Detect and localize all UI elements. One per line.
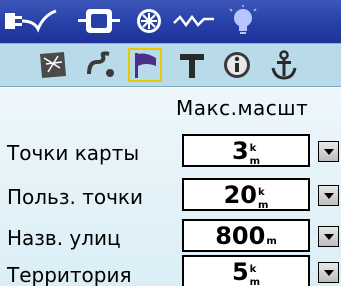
street-names-zoom-field[interactable]: 800m	[182, 219, 310, 252]
track-icon	[87, 51, 114, 77]
street-names-dropdown-button[interactable]	[318, 226, 339, 247]
chevron-down-icon	[324, 270, 334, 276]
unit-k: k	[257, 187, 265, 198]
chevron-down-icon	[324, 234, 334, 240]
tab-info[interactable]	[220, 48, 254, 82]
backlight-bulb-icon	[229, 5, 257, 34]
tab-text[interactable]	[175, 48, 209, 82]
waypoint-flag-icon	[135, 53, 156, 78]
map-detail-icon	[40, 52, 66, 78]
territory-zoom-field[interactable]: 5k m	[182, 255, 310, 286]
status-bar	[0, 0, 341, 43]
column-header-max-zoom: Макс.масшт	[176, 96, 309, 120]
user-points-zoom-value: 20	[223, 181, 257, 209]
map-points-zoom-value: 3	[231, 137, 249, 165]
row-label-territory: Территория	[7, 263, 132, 286]
unit-m: m	[249, 156, 261, 167]
map-points-zoom-field[interactable]: 3k m	[182, 134, 310, 167]
row-label-map-points: Точки карты	[7, 141, 140, 165]
connector-icon	[5, 9, 57, 33]
tab-bar	[0, 43, 341, 87]
user-points-zoom-field[interactable]: 20k m	[182, 178, 310, 211]
gps-device-icon	[78, 9, 120, 33]
tab-map-detail[interactable]	[36, 48, 70, 82]
row-label-street-names: Назв. улиц	[7, 226, 121, 250]
chevron-down-icon	[324, 149, 334, 155]
map-points-dropdown-button[interactable]	[318, 141, 339, 162]
tab-waypoints[interactable]	[128, 48, 162, 82]
tab-marine[interactable]	[267, 48, 301, 82]
info-icon	[224, 52, 250, 78]
text-icon	[180, 54, 204, 78]
street-names-zoom-value: 800	[215, 222, 266, 250]
chevron-down-icon	[324, 193, 334, 199]
territory-dropdown-button[interactable]	[318, 262, 339, 283]
row-label-user-points: Польз. точки	[7, 185, 143, 209]
marine-anchor-icon	[271, 50, 297, 80]
unit-m: m	[249, 277, 261, 286]
unit-m: m	[257, 200, 269, 211]
unit-m: m	[266, 236, 277, 247]
satellite-icon	[137, 9, 161, 33]
territory-zoom-value: 5	[231, 258, 249, 286]
user-points-dropdown-button[interactable]	[318, 185, 339, 206]
unit-k: k	[249, 143, 257, 154]
tab-track[interactable]	[83, 48, 117, 82]
signal-wave-icon	[173, 14, 214, 28]
unit-k: k	[249, 264, 257, 275]
